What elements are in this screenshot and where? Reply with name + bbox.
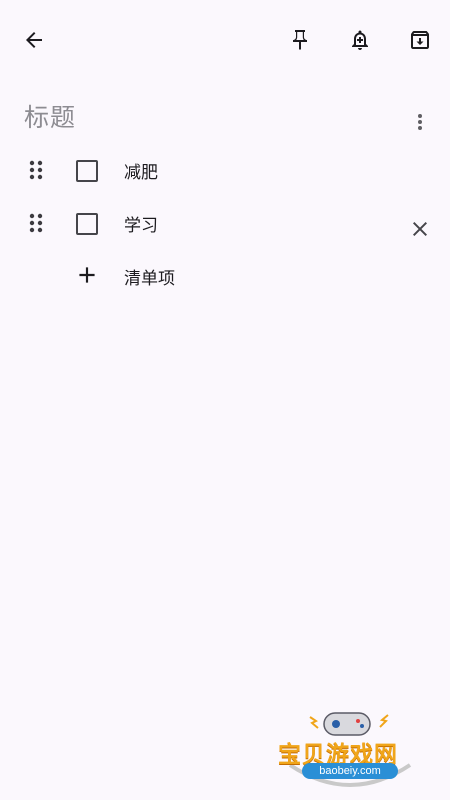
back-button[interactable] — [14, 20, 54, 60]
delete-item-button[interactable] — [400, 209, 440, 249]
back-arrow-icon — [26, 32, 42, 48]
close-icon — [413, 222, 427, 236]
list-item: 学习 — [0, 199, 450, 249]
item-checkbox[interactable] — [76, 213, 98, 235]
item-label[interactable]: 减肥 — [124, 158, 158, 183]
site-watermark: 宝贝游戏网 baobeiy.com — [270, 705, 430, 795]
more-vert-icon — [418, 114, 422, 130]
pin-button[interactable] — [280, 20, 320, 60]
add-item-label: 清单项 — [124, 269, 175, 289]
add-icon — [74, 262, 100, 292]
reminder-bell-icon — [352, 30, 368, 50]
top-app-bar — [0, 0, 450, 80]
item-label[interactable]: 学习 — [124, 211, 158, 236]
reminder-button[interactable] — [340, 20, 380, 60]
archive-button[interactable] — [400, 20, 440, 60]
note-title-placeholder[interactable]: 标题 — [24, 98, 76, 134]
archive-icon — [411, 31, 429, 49]
list-item: 减肥 — [0, 146, 450, 196]
drag-handle-icon[interactable] — [24, 158, 48, 182]
more-options-button[interactable] — [400, 102, 440, 142]
add-item-row[interactable]: 清单项 — [0, 252, 450, 302]
pin-icon — [293, 30, 307, 50]
drag-handle-icon[interactable] — [24, 211, 48, 235]
item-checkbox[interactable] — [76, 160, 98, 182]
watermark-url: baobeiy.com — [302, 763, 398, 779]
